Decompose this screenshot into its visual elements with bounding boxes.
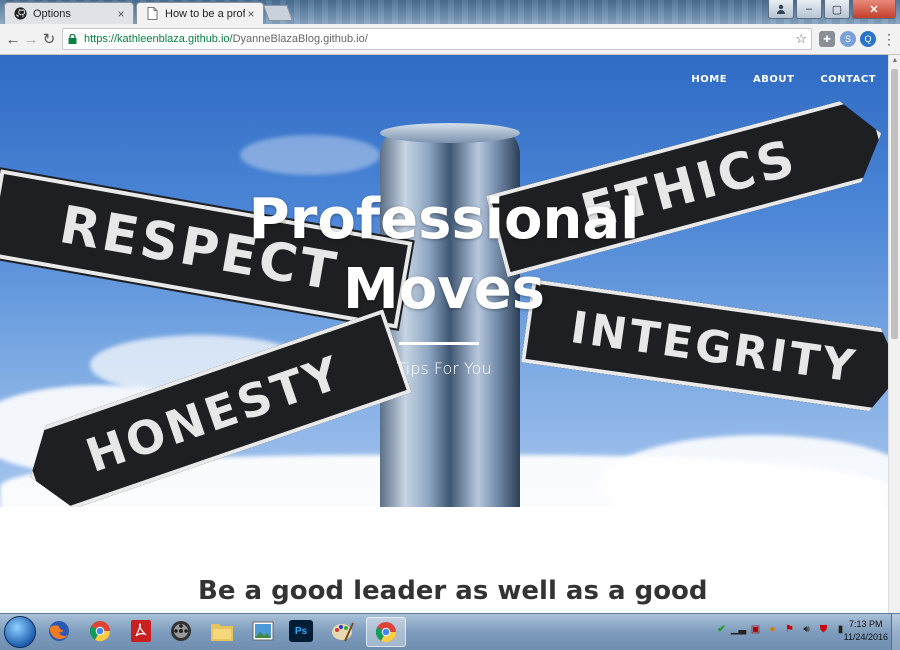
- chrome-active-icon[interactable]: [366, 617, 406, 647]
- shield-icon[interactable]: ⛊: [818, 623, 829, 636]
- back-arrow-icon[interactable]: ←: [4, 30, 22, 48]
- tab-how-to-be-professional[interactable]: How to be a professional ×: [136, 2, 264, 24]
- minimize-button[interactable]: –: [796, 0, 822, 19]
- tab-strip: Options × How to be a professional × – ▢…: [0, 0, 900, 24]
- tab-close-icon[interactable]: ×: [115, 7, 127, 21]
- firefox-icon[interactable]: [44, 617, 74, 645]
- system-clock[interactable]: 7:13 PM 11/24/2016: [844, 618, 888, 644]
- reload-icon[interactable]: ↻: [40, 30, 58, 48]
- acrobat-icon[interactable]: [126, 617, 156, 645]
- tab-title: Options: [33, 7, 71, 20]
- close-button[interactable]: ✕: [852, 0, 896, 19]
- maximize-button[interactable]: ▢: [824, 0, 850, 19]
- photoshop-icon[interactable]: Ps: [289, 620, 313, 642]
- nav-contact-link[interactable]: CONTACT: [820, 74, 876, 85]
- menu-dots-icon[interactable]: ⋮: [880, 30, 898, 48]
- url-host: https://kathleenblaza.github.io/: [84, 33, 233, 45]
- clock-date: 11/24/2016: [843, 632, 888, 642]
- hero-title-line1: Professional: [248, 187, 640, 252]
- forward-arrow-icon[interactable]: →: [22, 30, 40, 48]
- browser-toolbar: ← → ↻ https://kathleenblaza.github.io/Dy…: [0, 24, 900, 55]
- tab-title: How to be a professional: [165, 7, 245, 20]
- lock-icon: [68, 33, 78, 44]
- post-title-link[interactable]: Be a good leader as well as a good: [198, 573, 718, 609]
- url-path: DyanneBlazaBlog.github.io/: [232, 33, 368, 45]
- photos-icon[interactable]: [248, 617, 278, 645]
- nav-home-link[interactable]: HOME: [691, 74, 727, 85]
- hero-subtitle: Tips For You: [396, 359, 492, 378]
- hero-title-line2: Moves: [342, 257, 545, 322]
- window-frame-background: [0, 0, 900, 24]
- chrome-icon[interactable]: [85, 617, 115, 645]
- bookmark-star-icon[interactable]: ☆: [795, 31, 807, 47]
- checkmark-icon[interactable]: ✔: [716, 623, 727, 636]
- explorer-icon[interactable]: [207, 617, 237, 645]
- volume-icon[interactable]: 🔊︎: [801, 623, 812, 636]
- tab-close-icon[interactable]: ×: [245, 7, 257, 21]
- scroll-up-icon[interactable]: ▲: [891, 57, 899, 64]
- start-button[interactable]: [4, 616, 36, 648]
- extension-puzzle-icon[interactable]: ✚: [819, 31, 835, 47]
- page-scrollbar[interactable]: ▲: [888, 55, 900, 613]
- address-bar[interactable]: https://kathleenblaza.github.io/DyanneBl…: [62, 28, 812, 50]
- page-viewport: RESPECT ETHICS INTEGRITY HONESTY HOME AB…: [0, 55, 888, 613]
- tab-options[interactable]: Options ×: [4, 2, 134, 24]
- badge-icon[interactable]: ●: [767, 623, 778, 636]
- show-desktop-button[interactable]: [891, 614, 900, 650]
- cloud-shape: [240, 135, 380, 175]
- extension-q-icon[interactable]: Q: [860, 31, 876, 47]
- flag-icon[interactable]: ⚑: [784, 623, 795, 636]
- paint-icon[interactable]: [328, 617, 358, 645]
- media-icon[interactable]: [166, 617, 196, 645]
- hero-header: RESPECT ETHICS INTEGRITY HONESTY HOME AB…: [0, 55, 888, 507]
- signal-icon[interactable]: ▁▃: [731, 623, 746, 636]
- window-controls: – ▢ ✕: [768, 0, 896, 19]
- hero-divider: [399, 342, 479, 345]
- nav-about-link[interactable]: ABOUT: [753, 74, 794, 85]
- notification-icon[interactable]: ▣: [750, 623, 761, 636]
- github-icon: [13, 7, 27, 21]
- signpost-cap: [380, 123, 520, 143]
- scrollbar-thumb[interactable]: [891, 69, 898, 339]
- site-nav: HOME ABOUT CONTACT: [691, 74, 876, 85]
- profile-icon[interactable]: [768, 0, 794, 19]
- system-tray: ✔ ▁▃ ▣ ● ⚑ 🔊︎ ⛊ ▮: [716, 623, 846, 636]
- hero-title: Professional Moves: [0, 185, 888, 325]
- extension-s-icon[interactable]: S: [840, 31, 856, 47]
- clock-time: 7:13 PM: [849, 619, 883, 629]
- windows-taskbar: Ps ✔ ▁▃ ▣ ● ⚑ 🔊︎ ⛊ ▮ 7:13 PM 11/24/2016: [0, 613, 900, 650]
- page-icon: [145, 7, 159, 21]
